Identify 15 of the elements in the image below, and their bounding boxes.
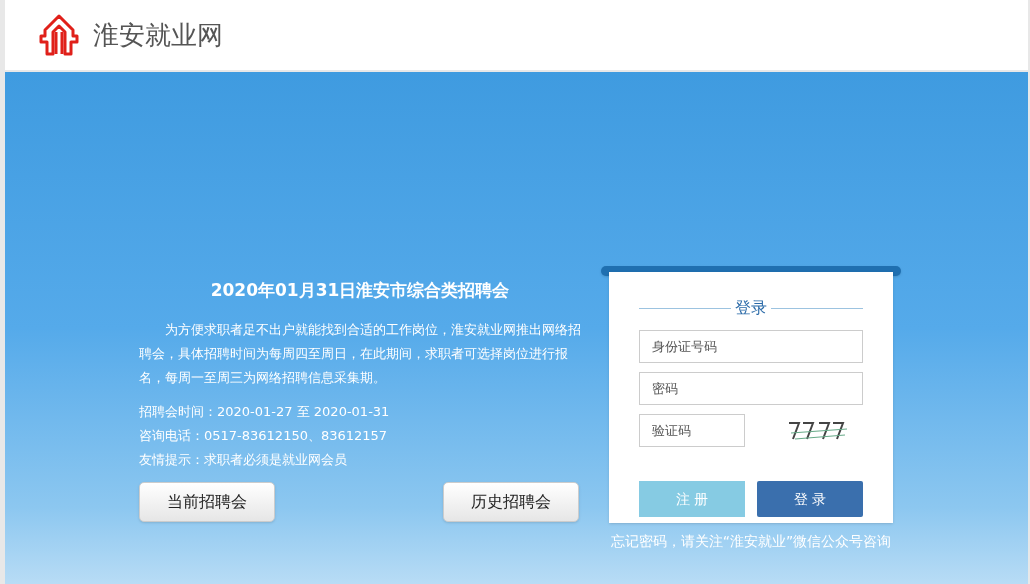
fair-button[interactable]: 历史招聘会 [443,481,579,522]
login-title: 登录 [735,297,767,319]
login-button[interactable]: 登 录 [757,481,863,517]
fair-detail: 友情提示：求职者必须是就业网会员 [139,450,348,469]
fair-intro: 为方便求职者足不出户就能找到合适的工作岗位，淮安就业网推出网络招聘会，具体招聘时间为每周四至周日，在此期间，求职者可选择岗位进行报名，每周一至周三为网络招聘信息采集期。 [139,320,581,387]
fair-detail: 招聘会时间：2020-01-27 至 2020-01-31 [139,402,391,421]
fair-button[interactable]: 当前招聘会 [139,481,275,522]
logo-icon [39,14,79,56]
text-field[interactable]: 身份证号码 [639,330,863,363]
text-field[interactable]: 密码 [639,372,863,405]
fair-title: 2020年01月31日淮安市综合类招聘会 [209,279,511,302]
site-name: 淮安就业网 [93,18,223,52]
forgot-password-note: 忘记密码，请关注“淮安就业”微信公众号咨询 [610,532,892,551]
fair-detail: 咨询电话：0517-83612150、83612157 [139,426,389,445]
captcha-field[interactable]: 验证码 [639,414,745,447]
